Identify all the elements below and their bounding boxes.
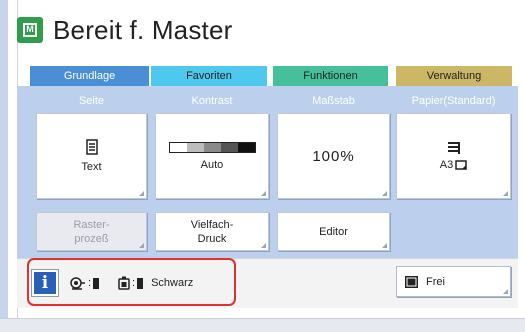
bottom-edge xyxy=(0,318,525,332)
page-title: Bereit f. Master xyxy=(53,14,233,45)
vielfachdruck-label: Vielfach- Druck xyxy=(190,218,234,245)
ink-status: : Schwarz xyxy=(118,276,193,290)
master-status: : xyxy=(70,276,100,290)
tab-grundlage[interactable]: Grundlage xyxy=(30,66,149,86)
label-kontrast: Kontrast xyxy=(191,95,233,107)
master-level-icon xyxy=(93,277,100,289)
ink-level-icon xyxy=(137,277,144,289)
rasterprozess-button[interactable]: Raster- prozeß xyxy=(36,212,147,251)
master-icon: M xyxy=(17,17,43,43)
massstab-value: 100% xyxy=(312,147,355,165)
tab-favoriten[interactable]: Favoriten xyxy=(151,66,267,86)
color-label: Schwarz xyxy=(151,277,194,289)
screen-icon xyxy=(405,275,418,288)
kontrast-button[interactable]: Auto xyxy=(155,113,269,199)
label-papier: Papier(Standard) xyxy=(411,95,496,107)
info-icon: i xyxy=(41,273,49,293)
document-icon xyxy=(85,139,98,155)
tab-funktionen[interactable]: Funktionen xyxy=(273,66,388,86)
massstab-button[interactable]: 100% xyxy=(277,113,390,199)
frei-label: Frei xyxy=(426,275,445,288)
left-edge xyxy=(0,0,8,332)
frei-button[interactable]: Frei xyxy=(396,266,511,297)
paper-orientation-icon xyxy=(455,160,467,170)
tab-verwaltung[interactable]: Verwaltung xyxy=(396,66,512,86)
papier-value: A3 xyxy=(439,159,454,171)
label-massstab: Maßstab xyxy=(312,95,355,107)
tab-bar: Grundlage Favoriten Funktionen Verwaltun… xyxy=(30,66,512,86)
seite-button[interactable]: Text xyxy=(36,113,147,199)
title-bar: M Bereit f. Master xyxy=(17,10,232,50)
ink-cartridge-icon xyxy=(118,276,130,290)
vielfachdruck-button[interactable]: Vielfach- Druck xyxy=(155,212,269,251)
papier-button[interactable]: A3 xyxy=(396,113,511,199)
label-seite: Seite xyxy=(78,95,105,107)
info-button[interactable]: i xyxy=(32,270,58,296)
editor-label: Editor xyxy=(319,225,348,238)
rasterprozess-label: Raster- prozeß xyxy=(73,218,110,245)
editor-button[interactable]: Editor xyxy=(277,212,390,251)
paper-stack-icon xyxy=(447,142,460,154)
kontrast-value: Auto xyxy=(200,158,224,171)
contrast-scale-icon xyxy=(168,141,256,153)
drum-icon xyxy=(70,277,85,290)
seite-value: Text xyxy=(81,161,102,173)
